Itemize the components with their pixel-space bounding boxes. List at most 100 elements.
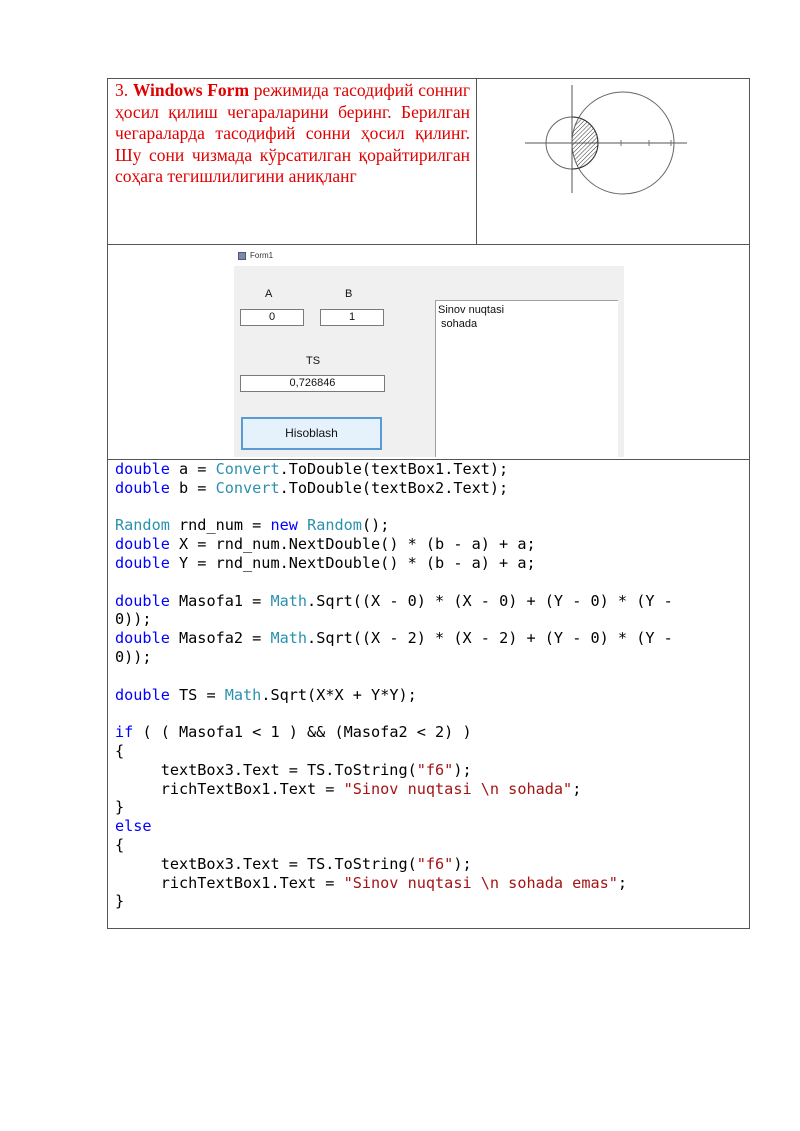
code-token: X = rnd_num.NextDouble() * (b - a) + a; xyxy=(169,535,536,554)
code-token: rnd_num = xyxy=(169,516,271,535)
code-token: double xyxy=(115,478,170,497)
code-token: double xyxy=(115,535,170,554)
code-token: Random xyxy=(115,516,170,535)
rich-textbox-line-1: Sinov nuqtasi xyxy=(438,304,505,316)
label-ts: TS xyxy=(306,355,321,367)
code-token: ); xyxy=(453,854,472,873)
code-token: .Sqrt((X - 2) * (X - 2) + (Y - 0) * (Y - xyxy=(307,629,673,648)
code-line: textBox3.Text = TS.ToString("f6"); xyxy=(115,855,745,874)
code-token: 0)); xyxy=(115,610,152,629)
code-token: Math xyxy=(270,629,308,648)
code-token: ; xyxy=(572,779,582,798)
code-token: Y = rnd_num.NextDouble() * (b - a) + a; xyxy=(169,553,536,572)
code-token: double xyxy=(115,553,170,572)
code-token: { xyxy=(115,741,125,760)
textbox-a[interactable]: 0 xyxy=(240,309,304,326)
code-line: 0)); xyxy=(115,610,745,629)
code-line: { xyxy=(115,836,745,855)
code-token: .Sqrt(X*X + Y*Y); xyxy=(261,685,417,704)
code-token: Random xyxy=(307,516,362,535)
code-token: Convert xyxy=(215,460,280,478)
code-token: new xyxy=(270,516,298,535)
code-line: double a = Convert.ToDouble(textBox1.Tex… xyxy=(115,460,745,479)
code-token: .Sqrt((X - 0) * (X - 0) + (Y - 0) * (Y - xyxy=(307,591,673,610)
form-app-icon xyxy=(238,252,246,260)
code-line: else xyxy=(115,817,745,836)
form-titlebar: Form1 xyxy=(234,248,624,266)
code-token: 0)); xyxy=(115,647,152,666)
code-token: richTextBox1.Text = xyxy=(115,779,344,798)
code-line: 0)); xyxy=(115,648,745,667)
code-token: } xyxy=(115,798,125,817)
code-token: TS = xyxy=(169,685,225,704)
code-block: double a = Convert.ToDouble(textBox1.Tex… xyxy=(115,460,745,911)
textbox-ts[interactable]: 0,726846 xyxy=(240,375,385,392)
code-token: a = xyxy=(169,460,216,478)
form-row: Form1 A B 0 1 TS 0,726846 Hisoblash Sino… xyxy=(108,245,749,460)
code-token: b = xyxy=(169,478,216,497)
code-token: double xyxy=(115,460,170,478)
code-token: Math xyxy=(270,591,308,610)
code-line: double Masofa2 = Math.Sqrt((X - 2) * (X … xyxy=(115,629,745,648)
code-token: double xyxy=(115,629,170,648)
code-line: richTextBox1.Text = "Sinov nuqtasi \n so… xyxy=(115,874,745,893)
code-token: Convert xyxy=(215,478,280,497)
code-token: "Sinov nuqtasi \n sohada" xyxy=(343,779,573,798)
code-token: Masofa1 = xyxy=(169,591,271,610)
code-token: } xyxy=(115,892,125,911)
code-token: else xyxy=(115,817,152,836)
code-line: textBox3.Text = TS.ToString("f6"); xyxy=(115,761,745,780)
figure-cell xyxy=(477,79,749,244)
code-token: ); xyxy=(453,760,472,779)
code-line: double Masofa1 = Math.Sqrt((X - 0) * (X … xyxy=(115,592,745,611)
code-line: richTextBox1.Text = "Sinov nuqtasi \n so… xyxy=(115,780,745,799)
code-token: "Sinov nuqtasi \n sohada emas" xyxy=(343,873,618,892)
rich-textbox-line-2: sohada xyxy=(441,318,478,330)
code-token: if xyxy=(115,723,134,742)
task-bold-term: Windows Form xyxy=(132,80,250,100)
code-token: ( ( Masofa1 < 1 ) && (Masofa2 < 2) ) xyxy=(133,723,472,742)
code-line: } xyxy=(115,798,745,817)
code-line: if ( ( Masofa1 < 1 ) && (Masofa2 < 2) ) xyxy=(115,723,745,742)
rich-textbox[interactable]: Sinov nuqtasi sohada xyxy=(435,300,618,457)
task-statement: 3. Windows Form режимида тасодифий сонни… xyxy=(115,80,470,188)
code-token: .ToDouble(textBox1.Text); xyxy=(279,460,509,478)
code-line: { xyxy=(115,742,745,761)
code-token: textBox3.Text = TS.ToString( xyxy=(115,760,417,779)
code-token: ; xyxy=(617,873,628,892)
label-b: B xyxy=(345,288,353,300)
code-token: richTextBox1.Text = xyxy=(115,873,344,892)
code-token: Masofa2 = xyxy=(169,629,271,648)
task-cell: 3. Windows Form режимида тасодифий сонни… xyxy=(108,79,477,244)
form-window: Form1 A B 0 1 TS 0,726846 Hisoblash Sino… xyxy=(234,248,624,457)
code-token: "f6" xyxy=(416,854,454,873)
code-token: double xyxy=(115,685,170,704)
form-title: Form1 xyxy=(250,251,274,260)
code-token: Math xyxy=(224,685,262,704)
code-line: } xyxy=(115,892,745,911)
code-line: double X = rnd_num.NextDouble() * (b - a… xyxy=(115,535,745,554)
code-token: { xyxy=(115,835,125,854)
code-token: double xyxy=(115,591,170,610)
code-token: .ToDouble(textBox2.Text); xyxy=(279,478,509,497)
code-line: double TS = Math.Sqrt(X*X + Y*Y); xyxy=(115,686,745,705)
code-token: textBox3.Text = TS.ToString( xyxy=(115,854,417,873)
hisoblash-button[interactable]: Hisoblash xyxy=(241,417,382,450)
task-number: 3. xyxy=(115,80,129,100)
code-line: Random rnd_num = new Random(); xyxy=(115,516,745,535)
code-token: (); xyxy=(361,516,390,535)
code-token: "f6" xyxy=(416,760,454,779)
task-table: 3. Windows Form режимида тасодифий сонни… xyxy=(107,78,750,929)
code-row: double a = Convert.ToDouble(textBox1.Tex… xyxy=(108,460,749,928)
circles-figure xyxy=(525,85,687,195)
textbox-b[interactable]: 1 xyxy=(320,309,384,326)
label-a: A xyxy=(265,288,273,300)
code-line: double Y = rnd_num.NextDouble() * (b - a… xyxy=(115,554,745,573)
task-row: 3. Windows Form режимида тасодифий сонни… xyxy=(108,79,749,245)
code-line: double b = Convert.ToDouble(textBox2.Tex… xyxy=(115,479,745,498)
